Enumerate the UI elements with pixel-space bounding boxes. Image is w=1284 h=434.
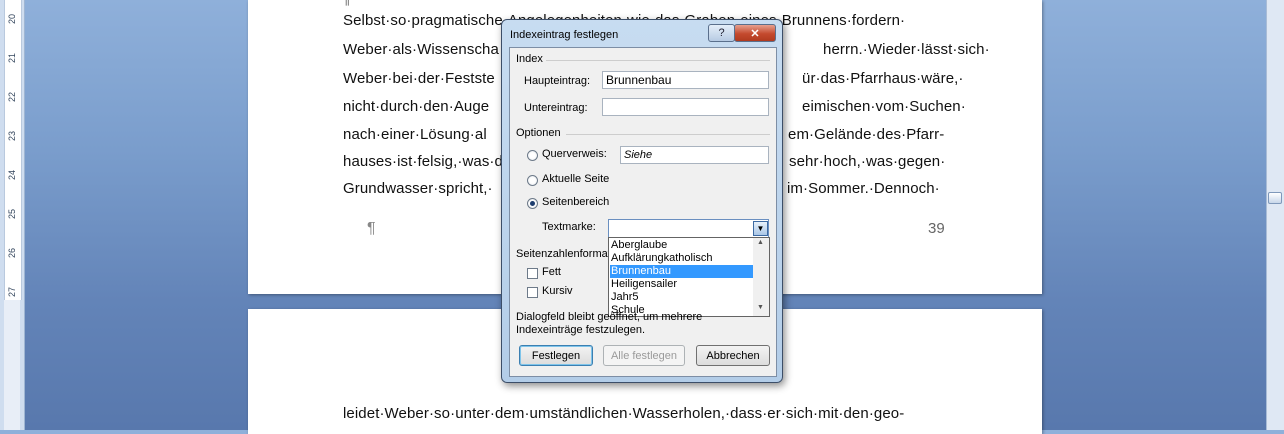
text-line: sehr·hoch,·was·gegen· xyxy=(789,153,946,170)
text-line: im·Sommer.·Dennoch· xyxy=(787,180,940,197)
text-line: em·Gelände·des·Pfarr- xyxy=(788,126,945,143)
ruler-number: 27 xyxy=(7,287,17,298)
alle-festlegen-button[interactable]: Alle festlegen xyxy=(603,345,685,366)
index-group-label: Index xyxy=(516,53,543,65)
seitenbereich-radio[interactable] xyxy=(527,198,538,209)
close-icon: ✕ xyxy=(750,27,760,40)
haupteintrag-input[interactable]: Brunnenbau xyxy=(602,71,769,89)
querverweis-input[interactable]: Siehe xyxy=(620,146,769,164)
info-text-line: Indexeinträge festzulegen. xyxy=(516,324,646,336)
ruler-number: 26 xyxy=(7,248,17,259)
page-number: 39 xyxy=(928,220,945,237)
close-button[interactable]: ✕ xyxy=(734,24,776,42)
haupteintrag-label: Haupteintrag: xyxy=(524,75,591,87)
scrollbar-thumb[interactable] xyxy=(1268,192,1282,204)
scroll-down-icon[interactable]: ▼ xyxy=(757,304,764,311)
list-item-selected[interactable]: Brunnenbau xyxy=(610,265,754,278)
fett-label[interactable]: Fett xyxy=(542,266,561,278)
aktuelle-seite-radio[interactable] xyxy=(527,175,538,186)
seitenbereich-label[interactable]: Seitenbereich xyxy=(542,196,609,208)
info-text-line: Dialogfeld bleibt geöffnet, um mehrere xyxy=(516,311,703,323)
dialog-body: Index Haupteintrag: Brunnenbau Untereint… xyxy=(509,47,777,377)
help-button[interactable]: ? xyxy=(708,24,735,42)
group-divider xyxy=(566,134,770,135)
seitenzahlenformat-group-label: Seitenzahlenformat xyxy=(516,248,611,260)
index-entry-dialog: Indexeintrag festlegen ? ✕ Index Hauptei… xyxy=(501,19,783,383)
vertical-scrollbar[interactable] xyxy=(1266,0,1284,430)
kursiv-checkbox[interactable] xyxy=(527,287,538,298)
help-icon: ? xyxy=(718,27,725,39)
text-line: hauses·ist·felsig,·was·d xyxy=(343,153,503,170)
paragraph-mark: ¶ xyxy=(343,0,350,7)
dropdown-scrollbar[interactable]: ▲ ▼ xyxy=(753,238,769,316)
text-line: nach·einer·Lösung·al xyxy=(343,126,487,143)
aktuelle-seite-label[interactable]: Aktuelle Seite xyxy=(542,173,609,185)
festlegen-button[interactable]: Festlegen xyxy=(519,345,593,366)
vertical-ruler: 20 21 22 23 24 25 26 27 xyxy=(0,0,25,430)
abbrechen-button[interactable]: Abbrechen xyxy=(696,345,770,366)
list-item[interactable]: Aufklärungkatholisch xyxy=(610,252,754,265)
text-line: leidet·Weber·so·unter·dem·umständlichen·… xyxy=(343,405,905,422)
text-line: herrn.·Wieder·lässt·sich· xyxy=(823,41,990,58)
ruler-number: 25 xyxy=(7,209,17,220)
ruler-number: 23 xyxy=(7,131,17,142)
optionen-group-label: Optionen xyxy=(516,127,561,139)
scroll-up-icon[interactable]: ▲ xyxy=(757,239,764,246)
text-line: Weber·bei·der·Festste xyxy=(343,70,495,87)
ruler-number: 22 xyxy=(7,92,17,103)
text-line: Grundwasser·spricht,· xyxy=(343,180,493,197)
textmarke-label: Textmarke: xyxy=(542,221,596,233)
ruler-number: 24 xyxy=(7,170,17,181)
group-divider xyxy=(546,60,770,61)
kursiv-label[interactable]: Kursiv xyxy=(542,285,573,297)
list-item[interactable]: Heiligensailer xyxy=(610,278,754,291)
ruler-number: 21 xyxy=(7,53,17,64)
dialog-title: Indexeintrag festlegen xyxy=(510,29,619,41)
fett-checkbox[interactable] xyxy=(527,268,538,279)
textmarke-dropdown-list[interactable]: Aberglaube Aufklärungkatholisch Brunnenb… xyxy=(608,237,770,317)
list-item[interactable]: Aberglaube xyxy=(610,239,754,252)
querverweis-label[interactable]: Querverweis: xyxy=(542,148,607,160)
ruler-gray-area xyxy=(4,300,20,430)
paragraph-mark: ¶ xyxy=(367,220,376,237)
ruler-number: 20 xyxy=(7,14,17,25)
text-line: eimischen·vom·Suchen· xyxy=(802,98,966,115)
list-item[interactable]: Jahr5 xyxy=(610,291,754,304)
untereintrag-label: Untereintrag: xyxy=(524,102,588,114)
querverweis-radio[interactable] xyxy=(527,150,538,161)
textmarke-combobox[interactable] xyxy=(608,219,769,238)
untereintrag-input[interactable] xyxy=(602,98,769,116)
chevron-down-icon[interactable]: ▼ xyxy=(753,221,768,236)
text-line: nicht·durch·den·Auge xyxy=(343,98,490,115)
text-line: Weber·als·Wissenscha xyxy=(343,41,499,58)
text-line: ür·das·Pfarrhaus·wäre,· xyxy=(802,70,964,87)
